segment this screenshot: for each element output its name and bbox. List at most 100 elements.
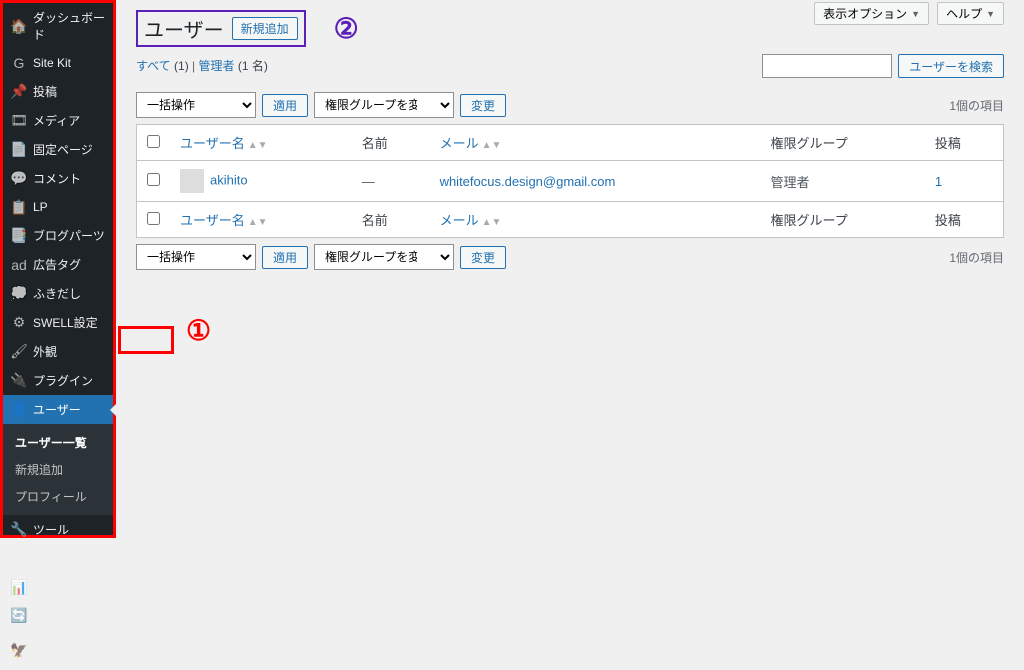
sidebar-item-pages[interactable]: 📄固定ページ: [3, 135, 113, 164]
role-change-select-bottom[interactable]: 権限グループを変更...: [314, 244, 454, 270]
change-role-button-bottom[interactable]: 変更: [460, 246, 506, 269]
sidebar-item-label: ふきだし: [33, 285, 81, 302]
sidebar-item-label: 外観: [33, 343, 57, 360]
column-posts-foot: 投稿: [925, 202, 1004, 238]
display-options-button[interactable]: 表示オプション ▼: [814, 2, 929, 25]
select-all-checkbox-bottom[interactable]: [147, 212, 160, 225]
filter-all-count: (1): [174, 59, 189, 73]
sidebar-item-patterns[interactable]: 🔄 パターン: [3, 601, 113, 630]
column-username[interactable]: ユーザー名▲▼: [180, 136, 268, 151]
sidebar-item-fukidashi[interactable]: 💭 ふきだし: [3, 279, 113, 308]
pin-icon: 📌: [11, 84, 27, 100]
brush-icon: 🖌: [11, 344, 27, 360]
bulk-actions-top: 一括操作 適用 権限グループを変更... 変更 1個の項目: [136, 86, 1004, 124]
speech-icon: 💭: [11, 286, 27, 302]
sidebar-item-label: メディア: [33, 112, 80, 129]
chevron-down-icon: ▼: [911, 9, 920, 19]
apply-button-bottom[interactable]: 適用: [262, 246, 308, 269]
column-username-foot[interactable]: ユーザー名▲▼: [180, 213, 268, 228]
dashboard-icon: 🏠: [11, 18, 27, 34]
sidebar-item-label: ユーザー: [33, 401, 81, 418]
row-checkbox[interactable]: [147, 173, 160, 186]
sidebar-item-swell[interactable]: ⚙SWELL設定: [3, 308, 113, 337]
username-link[interactable]: akihito: [210, 172, 248, 187]
user-icon: 👤: [11, 402, 27, 418]
item-count: 1個の項目: [949, 97, 1004, 114]
annotation-one-box: [118, 326, 174, 354]
sidebar-item-appearance[interactable]: 🖌 外観: [3, 337, 113, 366]
sidebar-item-label: ツール: [33, 521, 69, 538]
seopack-icon: 📊: [11, 579, 27, 595]
column-posts: 投稿: [925, 125, 1004, 161]
sidebar-subitem-addnew[interactable]: 新規追加: [3, 456, 113, 483]
main-content: 表示オプション ▼ ヘルプ ▼ ユーザー 新規追加 ② すべて (1) | 管理…: [116, 0, 1024, 538]
help-button[interactable]: ヘルプ ▼: [937, 2, 1004, 25]
sidebar-item-seopack[interactable]: 📊SEO PACK: [3, 573, 113, 601]
filter-admin-count: (1 名): [238, 59, 268, 73]
page-title: ユーザー: [144, 14, 224, 43]
page-icon: 📄: [11, 142, 27, 158]
sidebar-item-blogparts[interactable]: 📑 ブログパーツ: [3, 221, 113, 250]
bulk-action-select-bottom[interactable]: 一括操作: [136, 244, 256, 270]
add-new-user-button[interactable]: 新規追加: [232, 17, 298, 40]
sidebar-item-label: ConoHa WING: [33, 636, 105, 664]
sidebar-item-tools[interactable]: 🔧 ツール: [3, 515, 113, 544]
posts-link[interactable]: 1: [935, 174, 942, 189]
conoha-icon: 🦅: [11, 642, 27, 658]
sidebar-item-posts[interactable]: 📌 投稿: [3, 77, 113, 106]
cell-name: —: [352, 161, 430, 202]
apply-button[interactable]: 適用: [262, 94, 308, 117]
sidebar-item-sitekit[interactable]: GSite Kit: [3, 49, 113, 77]
sort-icon: ▲▼: [482, 217, 502, 228]
filter-all-link[interactable]: すべて: [136, 59, 171, 73]
pattern-icon: 🔄: [11, 608, 27, 624]
email-link[interactable]: whitefocus.design@gmail.com: [440, 174, 616, 189]
top-bar: 表示オプション ▼ ヘルプ ▼: [814, 2, 1004, 25]
table-row: akihito — whitefocus.design@gmail.com 管理…: [137, 161, 1004, 202]
sidebar-item-plugins[interactable]: 🔌プラグイン: [3, 366, 113, 395]
column-email-foot[interactable]: メール▲▼: [440, 213, 502, 228]
sort-icon: ▲▼: [248, 217, 268, 228]
sort-icon: ▲▼: [248, 140, 268, 151]
sidebar-item-settings[interactable]: ⚙設定: [3, 544, 113, 573]
sidebar-submenu-users: ユーザー一覧 新規追加 プロフィール: [3, 424, 113, 515]
change-role-button[interactable]: 変更: [460, 94, 506, 117]
sidebar-item-adtag[interactable]: ad広告タグ: [3, 250, 113, 279]
role-change-select[interactable]: 権限グループを変更...: [314, 92, 454, 118]
sidebar-item-media[interactable]: 🎞メディア: [3, 106, 113, 135]
bulk-action-select[interactable]: 一括操作: [136, 92, 256, 118]
filter-admin-link[interactable]: 管理者: [199, 59, 235, 73]
chevron-down-icon: ▼: [986, 9, 995, 19]
search-button[interactable]: ユーザーを検索: [898, 54, 1004, 78]
comment-icon: 💬: [11, 171, 27, 187]
sidebar-item-label: LP: [33, 200, 48, 214]
sidebar-subitem-profile[interactable]: プロフィール: [3, 483, 113, 510]
avatar: [180, 169, 204, 193]
column-role-foot: 権限グループ: [761, 202, 925, 238]
wrench-icon: 🔧: [11, 522, 27, 538]
sidebar-item-lp[interactable]: 📋LP: [3, 193, 113, 221]
column-email[interactable]: メール▲▼: [440, 136, 502, 151]
blogparts-icon: 📑: [11, 228, 27, 244]
sidebar-item-comments[interactable]: 💬 コメント: [3, 164, 113, 193]
column-name: 名前: [352, 125, 430, 161]
gear-icon: ⚙: [11, 551, 27, 567]
sidebar-item-label: パターン: [33, 607, 80, 624]
sidebar-item-users[interactable]: 👤 ユーザー: [3, 395, 113, 424]
sidebar-item-label: Site Kit: [33, 56, 71, 70]
search-input[interactable]: [762, 54, 892, 78]
sidebar-item-conoha[interactable]: 🦅 ConoHa WING: [3, 630, 113, 670]
sidebar-item-dashboard[interactable]: 🏠 ダッシュボード: [3, 3, 113, 49]
cell-role: 管理者: [761, 161, 925, 202]
sidebar-item-label: 投稿: [33, 83, 57, 100]
sidebar-item-label: ブログパーツ: [33, 227, 105, 244]
annotation-one: ①: [186, 314, 211, 347]
item-count-bottom: 1個の項目: [949, 249, 1004, 266]
sidebar-item-label: コメント: [33, 170, 81, 187]
ad-icon: ad: [11, 257, 27, 273]
sidebar-item-label: ダッシュボード: [33, 9, 105, 43]
bulk-actions-bottom: 一括操作 適用 権限グループを変更... 変更 1個の項目: [136, 238, 1004, 276]
column-name-foot: 名前: [352, 202, 430, 238]
sidebar-subitem-allusers[interactable]: ユーザー一覧: [3, 429, 113, 456]
select-all-checkbox[interactable]: [147, 135, 160, 148]
